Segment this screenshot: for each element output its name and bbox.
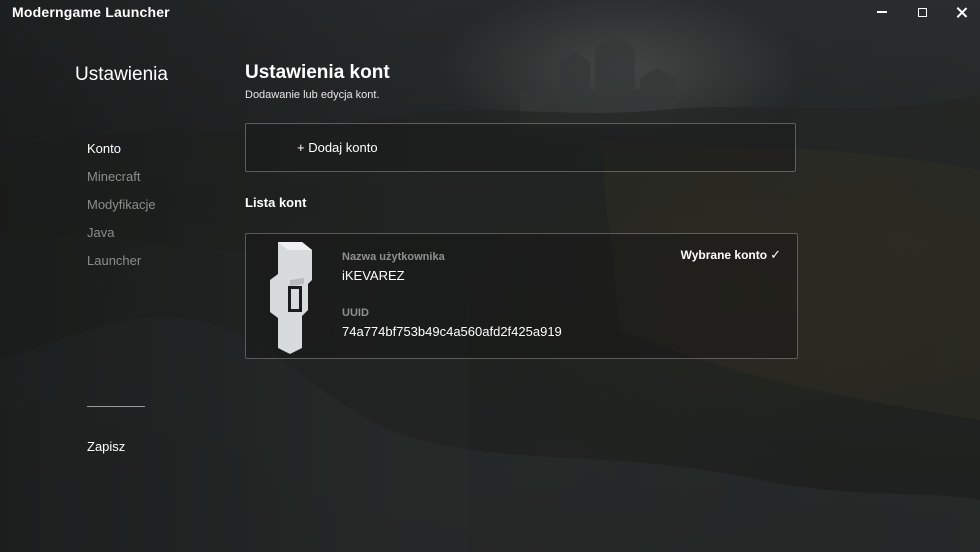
account-card[interactable]: Nazwa użytkownika iKEVAREZ UUID 74a774bf… (245, 233, 798, 359)
uuid-label: UUID (342, 307, 369, 319)
checkmark-icon: ✓ (770, 247, 781, 262)
sidebar-title: Ustawienia (75, 64, 168, 85)
minimize-button[interactable] (862, 0, 902, 24)
sidebar-item-java[interactable]: Java (87, 225, 156, 253)
maximize-icon (917, 7, 927, 17)
settings-nav: Konto Minecraft Modyfikacje Java Launche… (87, 141, 156, 281)
sidebar-item-modyfikacje[interactable]: Modyfikacje (87, 197, 156, 225)
add-account-label: + Dodaj konto (297, 140, 378, 155)
add-account-button[interactable]: + Dodaj konto (245, 123, 796, 172)
close-icon (956, 7, 967, 18)
sidebar-item-konto[interactable]: Konto (87, 141, 156, 169)
page-title: Ustawienia kont (245, 62, 390, 83)
selected-account-badge: Wybrane konto ✓ (681, 247, 781, 263)
selected-account-label: Wybrane konto (680, 248, 768, 262)
page-subtitle: Dodawanie lub edycja kont. (245, 89, 380, 101)
minimize-icon (877, 11, 887, 13)
player-avatar-icon (270, 242, 312, 354)
close-button[interactable] (941, 0, 980, 24)
username-label: Nazwa użytkownika (342, 251, 445, 263)
sidebar-item-minecraft[interactable]: Minecraft (87, 169, 156, 197)
app-title: Moderngame Launcher (12, 4, 170, 20)
account-list-title: Lista kont (245, 195, 307, 210)
sidebar-item-launcher[interactable]: Launcher (87, 253, 156, 281)
username-value: iKEVAREZ (342, 268, 405, 283)
uuid-value: 74a774bf753b49c4a560afd2f425a919 (342, 324, 562, 339)
save-button[interactable]: Zapisz (87, 439, 125, 454)
title-bar: Moderngame Launcher (0, 0, 980, 24)
sidebar-divider (87, 406, 145, 407)
maximize-button[interactable] (902, 0, 942, 24)
